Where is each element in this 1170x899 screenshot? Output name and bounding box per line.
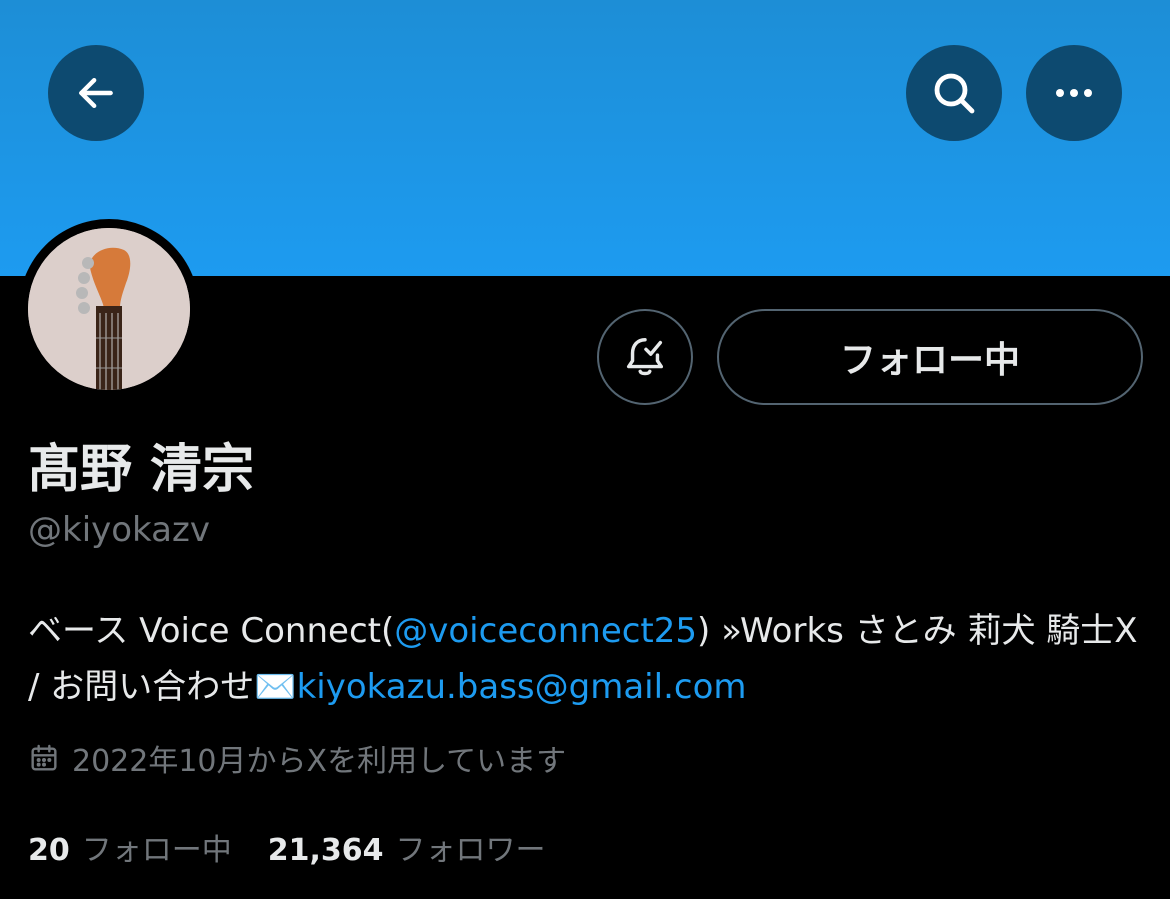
display-name: 髙野 清宗: [28, 440, 255, 500]
user-handle: @kiyokazv: [28, 510, 210, 550]
bass-guitar-headstock-image: [28, 228, 190, 390]
back-button[interactable]: [48, 45, 144, 141]
bio-text: ベース Voice Connect(: [28, 611, 395, 651]
envelope-icon: ✉️: [254, 667, 297, 707]
following-button[interactable]: フォロー中: [717, 309, 1143, 405]
bio-email-link[interactable]: kiyokazu.bass@gmail.com: [297, 667, 747, 707]
following-count-link[interactable]: 20 フォロー中: [28, 825, 232, 869]
bell-check-icon: [626, 338, 664, 376]
followers-count-link[interactable]: 21,364 フォロワー: [268, 825, 546, 869]
bio-mention-link[interactable]: @voiceconnect25: [394, 611, 697, 651]
followers-count: 21,364: [267, 833, 384, 868]
followers-label: フォロワー: [395, 833, 546, 868]
search-icon: [934, 73, 975, 114]
follow-stats: 20 フォロー中 21,364 フォロワー: [28, 825, 546, 869]
avatar[interactable]: [28, 228, 190, 390]
profile-banner[interactable]: [0, 0, 1170, 276]
following-count: 20: [28, 833, 70, 868]
joined-date: 2022年10月からXを利用しています: [28, 736, 566, 780]
more-horizontal-icon: [1056, 89, 1092, 97]
joined-text: 2022年10月からXを利用しています: [72, 744, 567, 779]
search-button[interactable]: [906, 45, 1002, 141]
notifications-button[interactable]: [597, 309, 693, 405]
arrow-left-icon: [79, 77, 113, 109]
calendar-icon: [28, 742, 60, 774]
profile-bio: ベース Voice Connect(@voiceconnect25) »Work…: [28, 603, 1148, 715]
following-label: フォロー中: [81, 833, 232, 868]
more-options-button[interactable]: [1026, 45, 1122, 141]
